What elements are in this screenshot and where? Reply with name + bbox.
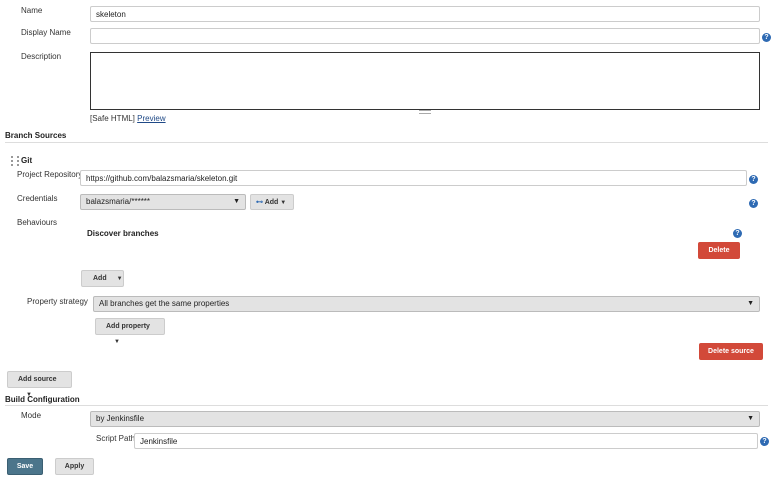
property-strategy-label: Property strategy (27, 297, 88, 306)
preview-link[interactable]: Preview (137, 114, 165, 123)
script-path-help-icon[interactable]: ? (760, 437, 769, 446)
safe-html-text: [Safe HTML] (90, 114, 135, 123)
delete-behaviour-button[interactable]: Delete (698, 242, 740, 259)
display-name-help-icon[interactable]: ? (762, 33, 771, 42)
chevron-down-icon: ▼ (747, 300, 754, 307)
textarea-resize-handle[interactable] (419, 110, 431, 114)
behaviours-label: Behaviours (17, 218, 58, 227)
display-name-input[interactable] (90, 28, 760, 44)
add-source-button[interactable]: Add source ▼ (7, 371, 72, 398)
discover-branches-title: Discover branches (87, 229, 159, 238)
script-path-label: Script Path (96, 434, 136, 443)
chevron-down-icon: ▼ (114, 339, 120, 345)
section-divider (5, 142, 768, 143)
add-property-button[interactable]: Add property ▼ (95, 318, 165, 345)
name-label: Name (21, 6, 43, 15)
discover-branches-help-icon[interactable]: ? (733, 229, 742, 238)
credentials-label: Credentials (17, 194, 58, 203)
add-property-label: Add property (106, 323, 150, 330)
apply-button[interactable]: Apply (55, 458, 94, 475)
build-configuration-heading: Build Configuration (5, 395, 80, 404)
safe-html-note: [Safe HTML] Preview (90, 114, 166, 123)
display-name-label: Display Name (21, 28, 71, 37)
description-textarea[interactable] (90, 52, 760, 110)
credentials-value: balazsmaria/****** (86, 197, 151, 206)
credentials-help-icon[interactable]: ? (749, 199, 758, 208)
script-path-input[interactable] (134, 433, 758, 449)
drag-handle-icon[interactable] (11, 156, 19, 166)
name-input[interactable] (90, 6, 760, 22)
project-repository-label: Project Repository (17, 170, 83, 179)
branch-sources-heading: Branch Sources (5, 131, 67, 140)
section-divider (5, 405, 768, 406)
property-strategy-select[interactable]: All branches get the same properties ▼ (93, 296, 760, 312)
key-icon: ⊷ (256, 199, 263, 206)
git-source-title: Git (21, 156, 33, 165)
project-repository-help-icon[interactable]: ? (749, 175, 758, 184)
mode-value: by Jenkinsfile (96, 414, 145, 423)
chevron-down-icon: ▼ (747, 415, 754, 422)
chevron-down-icon: ▼ (280, 200, 287, 206)
chevron-down-icon: ▼ (233, 198, 240, 205)
add-behaviour-label: Add (93, 275, 107, 282)
add-source-label: Add source (18, 376, 57, 383)
add-behaviour-button[interactable]: Add ▼ (81, 270, 124, 287)
mode-label: Mode (21, 411, 42, 420)
project-repository-input[interactable] (80, 170, 747, 186)
property-strategy-value: All branches get the same properties (99, 299, 230, 308)
credentials-add-label: Add (264, 199, 279, 206)
chevron-down-icon: ▼ (116, 276, 123, 282)
description-label: Description (21, 52, 62, 61)
mode-select[interactable]: by Jenkinsfile ▼ (90, 411, 760, 427)
save-button[interactable]: Save (7, 458, 43, 475)
delete-source-button[interactable]: Delete source (699, 343, 763, 360)
credentials-add-button[interactable]: ⊷ Add ▼ (250, 194, 294, 210)
credentials-select[interactable]: balazsmaria/****** ▼ (80, 194, 246, 210)
